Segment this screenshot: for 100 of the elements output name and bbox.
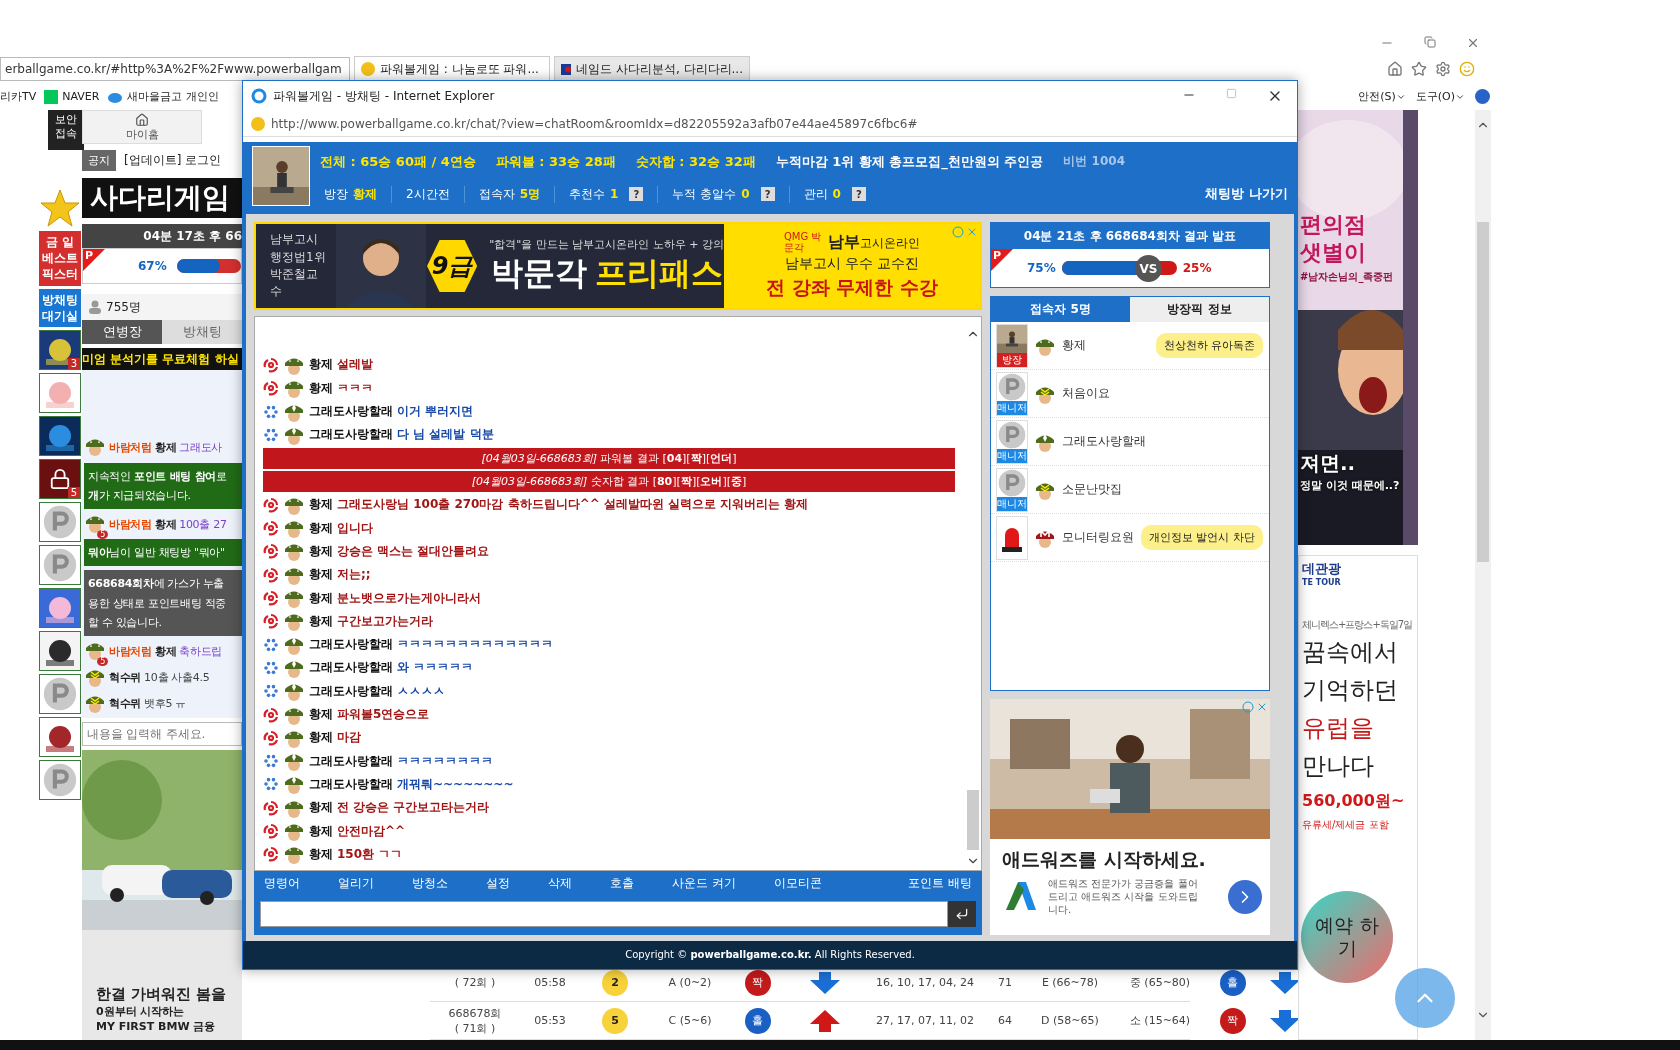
message-input[interactable]: [260, 901, 948, 927]
chat-message: 입니다: [337, 519, 373, 537]
leave-room-link[interactable]: 채팅방 나가기: [1205, 185, 1288, 203]
help-button[interactable]: ?: [851, 187, 866, 201]
secure-access-label[interactable]: 보안 접속: [48, 110, 84, 150]
user-name[interactable]: 바람처럼: [109, 643, 152, 659]
user-avatar[interactable]: [39, 630, 81, 671]
user-avatar[interactable]: 매니저: [996, 371, 1028, 416]
user-name[interactable]: 황제: [309, 379, 333, 397]
user-name[interactable]: 황제: [309, 589, 333, 607]
swirl-icon: [263, 590, 279, 607]
chat-tool-button[interactable]: 삭제: [548, 874, 572, 892]
cloud-icon: [107, 90, 124, 103]
ad-info-icon[interactable]: [1242, 701, 1254, 713]
user-name[interactable]: 황제: [309, 706, 333, 724]
swirl-icon: [263, 706, 279, 723]
scroll-thumb[interactable]: [1477, 222, 1489, 562]
chat-input[interactable]: 내용을 입력해 주세요.: [82, 722, 242, 746]
range-cell-text: C (5~6): [667, 1014, 713, 1027]
user-name[interactable]: 혁수뮈: [109, 695, 142, 711]
user-name[interactable]: 황제: [309, 496, 333, 514]
user-name[interactable]: 그래도사랑할래: [309, 775, 393, 793]
chat-tab[interactable]: 연병장: [82, 320, 162, 344]
user-name[interactable]: 황제: [309, 729, 333, 747]
chat-tool-button[interactable]: 사운드 켜기: [672, 874, 736, 892]
user-name[interactable]: 황제: [309, 566, 333, 584]
user-name[interactable]: 그래도사랑할래: [309, 426, 393, 444]
side-link[interactable]: 방채팅 대기실: [39, 288, 81, 327]
user-name[interactable]: 황제: [309, 543, 333, 560]
user-name[interactable]: 바람처럼: [109, 516, 152, 532]
browser-tab[interactable]: 네임드 사다리분석, 다리다리...: [554, 56, 750, 82]
favorite-link[interactable]: 새마을금고 개인인: [107, 89, 219, 104]
user-name[interactable]: 소문난맛집: [1062, 481, 1122, 498]
user-avatar[interactable]: 5: [39, 458, 81, 499]
chat-message: 파워볼5연승으로: [337, 706, 430, 724]
settings-icon[interactable]: [1435, 61, 1451, 77]
chat-tab[interactable]: 방채팅: [162, 320, 242, 344]
panel-tab[interactable]: 접속자 5명: [991, 297, 1130, 322]
menu-item[interactable]: 도구(O): [1415, 89, 1465, 104]
my-home-link[interactable]: 마이홈: [82, 110, 202, 144]
home-icon[interactable]: [1387, 61, 1403, 77]
user-avatar[interactable]: 매니저: [996, 467, 1028, 512]
chat-tool-button[interactable]: 이모티콘: [773, 874, 822, 892]
menu-item[interactable]: 안전(S): [1358, 89, 1406, 104]
stat-text: 누적마감 1위 황제 총프모집_천만원의 주인공: [775, 153, 1044, 171]
status-bubble: 개인정보 발언시 차단: [1141, 525, 1263, 550]
chat-message: 설레발: [337, 356, 373, 374]
restore-icon[interactable]: [1424, 36, 1436, 48]
point-bet-button[interactable]: 포인트 배팅: [908, 874, 972, 892]
user-name[interactable]: 황제: [1062, 337, 1086, 354]
user-avatar[interactable]: [39, 716, 81, 757]
chat-tool-button[interactable]: 얼리기: [338, 874, 374, 892]
range-cell-text: D (58~65): [1040, 1014, 1100, 1027]
site-logo[interactable]: 사다리게임: [82, 178, 242, 218]
user-name[interactable]: 황제: [309, 822, 333, 840]
user-name[interactable]: 모니터링요원: [1062, 529, 1134, 546]
ad-close-icon[interactable]: [1256, 701, 1268, 713]
favorite-link[interactable]: 리카TV: [0, 89, 37, 104]
user-avatar[interactable]: [39, 415, 81, 456]
star-icon[interactable]: [1411, 61, 1427, 77]
ad-logo: QMG 박문각: [784, 231, 823, 253]
chat-tool-button[interactable]: 방청소: [412, 874, 448, 892]
user-name[interactable]: 황제: [309, 519, 333, 537]
send-button[interactable]: [948, 901, 976, 927]
user-avatar[interactable]: 방장: [996, 323, 1028, 368]
chat-message: 저는;;: [337, 566, 371, 584]
scroll-thumb[interactable]: [967, 790, 979, 850]
chat-tool-button[interactable]: 명령어: [264, 874, 300, 892]
user-avatar[interactable]: 3: [39, 329, 81, 370]
user-name[interactable]: 황제: [309, 356, 333, 374]
user-name[interactable]: 황제: [309, 612, 333, 630]
help-button[interactable]: ?: [629, 187, 644, 201]
user-name[interactable]: 그래도사랑할래: [309, 752, 393, 770]
user-name[interactable]: 황제: [309, 845, 333, 863]
chat-tool-button[interactable]: 설정: [486, 874, 510, 892]
user-name[interactable]: 그래도사랑할래: [309, 659, 393, 677]
swirl-icon: [263, 380, 279, 397]
next-button[interactable]: [1228, 879, 1262, 914]
user-avatar[interactable]: 매니저: [996, 419, 1028, 464]
browser-tab[interactable]: 파워볼게임 : 나눔로또 파워...: [354, 56, 550, 82]
side-link[interactable]: 금 일 베스트 픽스터: [39, 231, 81, 286]
user-name[interactable]: 혁수뮈: [109, 669, 142, 685]
favorite-link[interactable]: NAVER: [44, 89, 100, 104]
help-button[interactable]: ?: [760, 187, 775, 201]
ad-headline: 꿈속에서: [1302, 637, 1398, 668]
reserve-button[interactable]: 예약 하기: [1301, 891, 1393, 983]
user-name[interactable]: 그래도사랑할래: [309, 636, 393, 654]
notice-text[interactable]: [업데이트] 로그인: [124, 151, 222, 169]
ad-text: 박준철교수: [270, 266, 319, 301]
panel-tab[interactable]: 방장픽 정보: [1130, 297, 1269, 322]
user-name[interactable]: 그래도사랑할래: [309, 403, 393, 421]
chat-text: 10출 사출4.5: [144, 669, 210, 685]
user-name[interactable]: 그래도사랑할래: [309, 682, 393, 700]
chat-tool-button[interactable]: 호출: [610, 874, 634, 892]
info-label: 누적 충알수: [672, 185, 737, 203]
percent-text: 75%: [1027, 261, 1056, 275]
user-name[interactable]: 처음이요: [1062, 385, 1110, 402]
user-name[interactable]: 황제: [309, 799, 333, 817]
user-name[interactable]: 바람처럼: [109, 440, 152, 455]
user-name[interactable]: 그래도사랑할래: [1062, 433, 1146, 450]
